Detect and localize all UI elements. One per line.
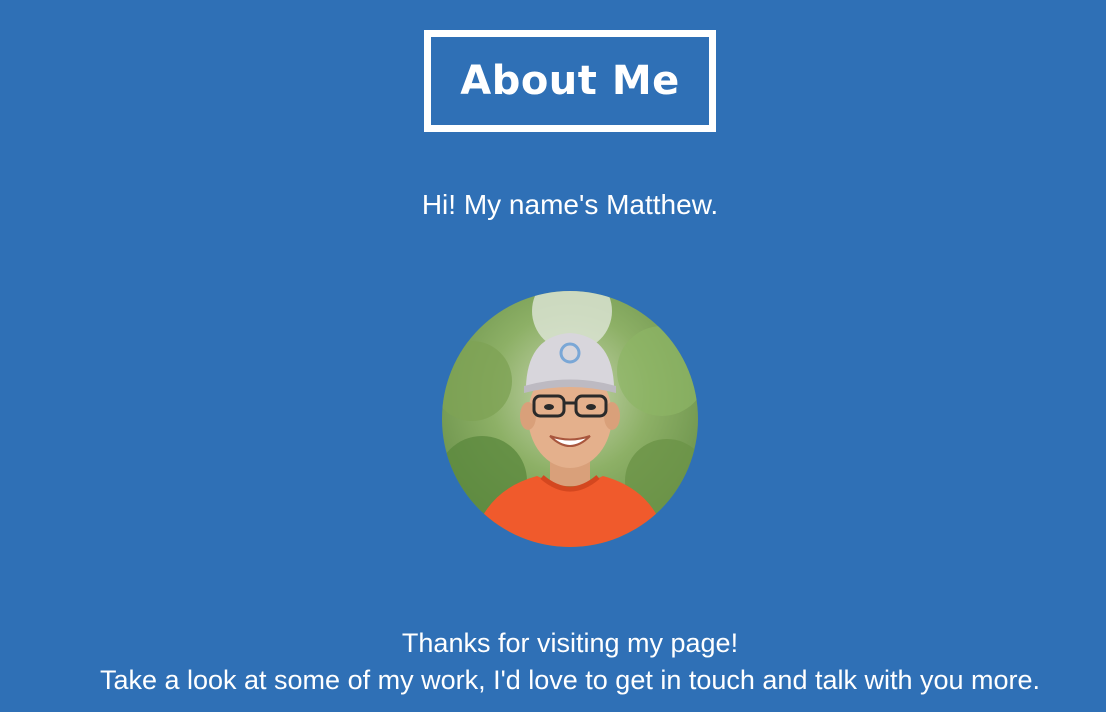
closing-line-1: Thanks for visiting my page! [401,628,739,658]
profile-avatar [442,291,698,547]
intro-greeting: Hi! My name's Matthew. [421,189,719,220]
closing-line-2: Take a look at some of my work, I'd love… [99,665,1041,695]
profile-photo-icon [442,291,698,547]
page-title-box: About Me [424,30,716,132]
closing-message: Thanks for visiting my page! Take a look… [0,625,1106,699]
page-title: About Me [460,58,680,104]
